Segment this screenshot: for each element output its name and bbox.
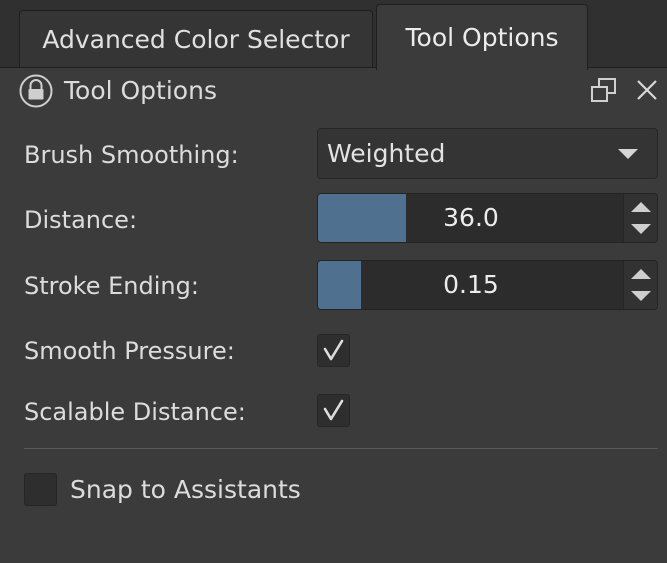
- stroke-ending-value: 0.15: [443, 270, 499, 299]
- stroke-ending-slider[interactable]: 0.15: [317, 260, 658, 310]
- arrow-up-icon: [631, 269, 651, 279]
- scalable-distance-checkbox[interactable]: [317, 394, 350, 427]
- docker-title: Tool Options: [64, 76, 217, 105]
- brush-smoothing-label: Brush Smoothing:: [24, 141, 239, 169]
- stroke-ending-label: Stroke Ending:: [24, 272, 199, 300]
- smooth-pressure-checkbox[interactable]: [317, 334, 350, 367]
- brush-smoothing-dropdown[interactable]: Weighted: [317, 128, 658, 179]
- checkmark-icon: [323, 339, 344, 361]
- snap-to-assistants-checkbox[interactable]: [24, 473, 57, 506]
- brush-smoothing-value: Weighted: [327, 139, 446, 168]
- arrow-up-icon: [631, 202, 651, 212]
- arrow-down-icon: [631, 291, 651, 301]
- snap-to-assistants-label: Snap to Assistants: [70, 475, 301, 504]
- distance-label: Distance:: [24, 206, 138, 234]
- distance-decrement-button[interactable]: [624, 218, 657, 242]
- tab-advanced-color-selector[interactable]: Advanced Color Selector: [19, 10, 373, 68]
- close-icon[interactable]: [633, 76, 661, 104]
- separator: [24, 448, 658, 449]
- stroke-ending-spinbox: [623, 261, 657, 309]
- distance-value: 36.0: [443, 203, 499, 232]
- float-icon[interactable]: [589, 76, 619, 106]
- chevron-down-icon: [618, 149, 638, 159]
- distance-spinbox: [623, 194, 657, 242]
- scalable-distance-label: Scalable Distance:: [24, 398, 246, 426]
- arrow-down-icon: [631, 224, 651, 234]
- stroke-ending-increment-button[interactable]: [624, 261, 657, 285]
- tab-tool-options[interactable]: Tool Options: [376, 4, 588, 70]
- distance-slider[interactable]: 36.0: [317, 193, 658, 243]
- checkmark-icon: [323, 399, 344, 421]
- stroke-ending-decrement-button[interactable]: [624, 285, 657, 309]
- smooth-pressure-label: Smooth Pressure:: [24, 337, 235, 365]
- distance-increment-button[interactable]: [624, 194, 657, 218]
- lock-icon[interactable]: [18, 73, 54, 109]
